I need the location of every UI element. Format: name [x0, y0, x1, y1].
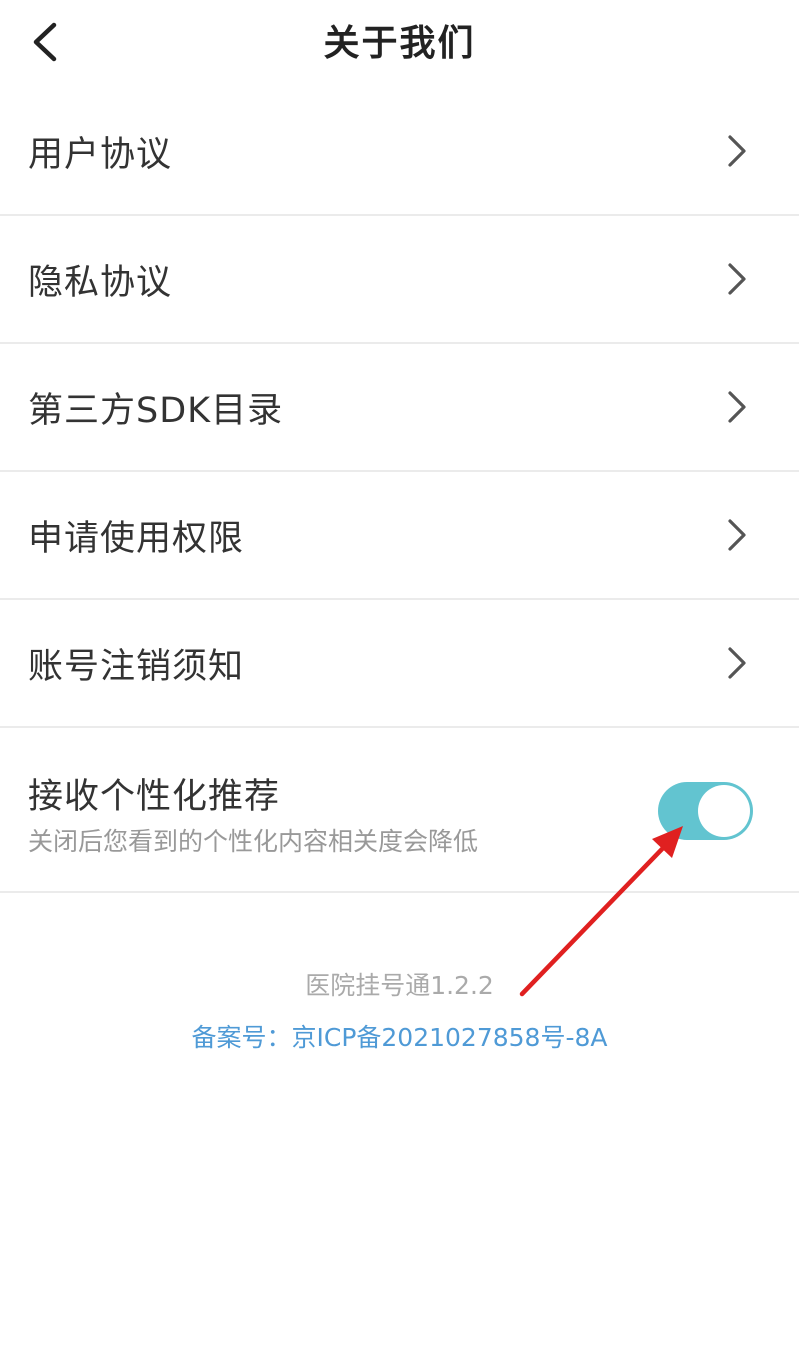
chevron-right-icon — [728, 519, 746, 551]
menu-item-account-deletion[interactable]: 账号注销须知 — [0, 600, 799, 728]
menu-item-label: 用户协议 — [28, 134, 173, 175]
menu-item-permissions[interactable]: 申请使用权限 — [0, 472, 799, 600]
menu-item-label: 账号注销须知 — [28, 646, 245, 687]
personalization-description: 关闭后您看到的个性化内容相关度会降低 — [28, 827, 479, 856]
app-version: 医院挂号通1.2.2 — [305, 971, 494, 1000]
toggle-knob — [698, 785, 750, 837]
personalization-row: 接收个性化推荐 关闭后您看到的个性化内容相关度会降低 — [0, 728, 799, 893]
personalization-title: 接收个性化推荐 — [28, 777, 281, 817]
chevron-right-icon — [728, 647, 746, 679]
menu-item-privacy-agreement[interactable]: 隐私协议 — [0, 216, 799, 344]
menu-item-label: 第三方SDK目录 — [28, 390, 284, 431]
icp-record-link[interactable]: 备案号：京ICP备2021027858号-8A — [0, 1018, 799, 1054]
menu-item-third-party-sdk[interactable]: 第三方SDK目录 — [0, 344, 799, 472]
menu-item-label: 隐私协议 — [28, 262, 173, 303]
menu-item-user-agreement[interactable]: 用户协议 — [0, 88, 799, 216]
page-title: 关于我们 — [323, 23, 476, 64]
settings-menu: 用户协议 隐私协议 第三方SDK目录 申请使用权限 账号注销须知 接收个性化推荐… — [0, 88, 799, 893]
header-bar: 关于我们 — [0, 0, 799, 88]
personalization-toggle[interactable] — [658, 782, 753, 840]
menu-item-label: 申请使用权限 — [28, 518, 245, 559]
chevron-right-icon — [728, 263, 746, 295]
chevron-right-icon — [728, 391, 746, 423]
chevron-right-icon — [728, 135, 746, 167]
